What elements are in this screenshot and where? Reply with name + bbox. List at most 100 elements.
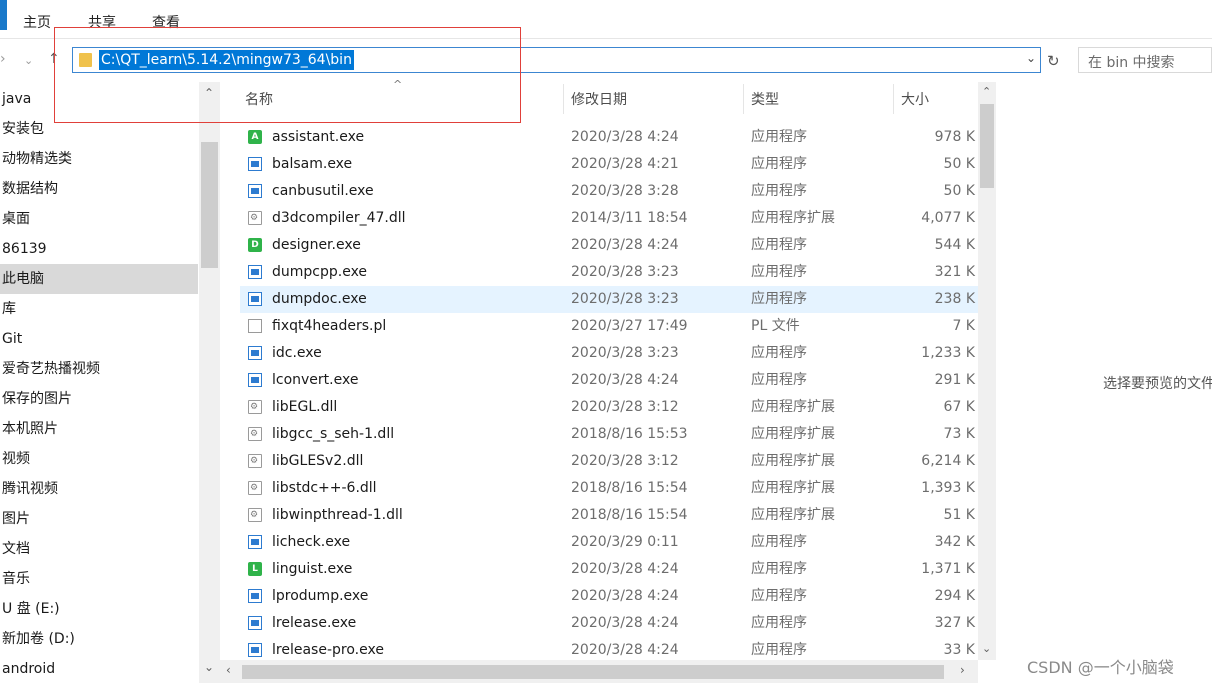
sidebar-scrollbar[interactable]: ⌃ ⌄	[199, 82, 220, 683]
file-row[interactable]: lconvert.exe 2020/3/28 4:24 应用程序 291 K	[240, 367, 978, 394]
scroll-down-icon[interactable]: ⌄	[982, 642, 991, 655]
address-bar[interactable]: C:\QT_learn\5.14.2\mingw73_64\bin ⌄	[72, 47, 1041, 73]
exe-file-icon	[248, 643, 262, 657]
file-row[interactable]: libGLESv2.dll 2020/3/28 3:12 应用程序扩展 6,214 K	[240, 448, 978, 475]
file-row[interactable]: fixqt4headers.pl 2020/3/27 17:49 PL 文件 7 K	[240, 313, 978, 340]
scroll-right-icon[interactable]: ›	[960, 663, 965, 677]
file-type: 应用程序扩展	[751, 210, 835, 226]
chevron-down-icon[interactable]: ⌄	[1026, 51, 1036, 65]
sidebar-item[interactable]: 文档	[0, 534, 198, 564]
column-header-name[interactable]: 名称	[245, 88, 273, 112]
exe-file-icon: L	[248, 562, 262, 576]
sidebar-item[interactable]: 音乐	[0, 564, 198, 594]
ribbon-bar: 主页 共享 查看	[0, 0, 1212, 39]
file-row[interactable]: d3dcompiler_47.dll 2014/3/11 18:54 应用程序扩展 4…	[240, 205, 978, 232]
file-row[interactable]: Llinguist.exe 2020/3/28 4:24 应用程序 1,371 K	[240, 556, 978, 583]
sidebar-item[interactable]: java	[0, 84, 198, 114]
tab-view[interactable]: 查看	[152, 12, 180, 32]
watermark: CSDN @一个小脑袋	[1027, 658, 1174, 677]
file-type: 应用程序	[751, 534, 807, 550]
scroll-left-icon[interactable]: ‹	[226, 663, 231, 677]
file-icon	[248, 319, 262, 333]
sidebar-item[interactable]: 安装包	[0, 114, 198, 144]
file-row[interactable]: dumpcpp.exe 2020/3/28 3:23 应用程序 321 K	[240, 259, 978, 286]
file-row[interactable]: idc.exe 2020/3/28 3:23 应用程序 1,233 K	[240, 340, 978, 367]
horizontal-scroll-thumb[interactable]	[242, 665, 944, 679]
sidebar-item[interactable]: 86139	[0, 234, 198, 264]
sidebar-item[interactable]: android	[0, 654, 198, 683]
search-input[interactable]: 在 bin 中搜索	[1078, 47, 1212, 73]
address-path[interactable]: C:\QT_learn\5.14.2\mingw73_64\bin	[99, 50, 354, 70]
column-header-date[interactable]: 修改日期	[571, 88, 627, 112]
file-row[interactable]: licheck.exe 2020/3/29 0:11 应用程序 342 K	[240, 529, 978, 556]
sidebar-item[interactable]: 视频	[0, 444, 198, 474]
file-date: 2020/3/28 4:24	[571, 642, 679, 658]
file-type: 应用程序扩展	[751, 480, 835, 496]
tab-home[interactable]: 主页	[23, 12, 51, 32]
sidebar-item-label: 本机照片	[2, 421, 58, 437]
column-divider[interactable]	[743, 84, 744, 114]
sidebar-scroll-thumb[interactable]	[201, 142, 218, 268]
file-list-scroll-thumb[interactable]	[980, 104, 994, 188]
sidebar-item[interactable]: Git	[0, 324, 198, 354]
dll-file-icon	[248, 475, 262, 502]
file-name: libGLESv2.dll	[272, 453, 364, 469]
column-header-type[interactable]: 类型	[751, 88, 779, 112]
exe-file-icon	[248, 346, 262, 360]
file-row[interactable]: lrelease.exe 2020/3/28 4:24 应用程序 327 K	[240, 610, 978, 637]
file-type: PL 文件	[751, 318, 800, 334]
file-type: 应用程序	[751, 372, 807, 388]
sidebar-item-label: 文档	[2, 541, 30, 557]
file-row[interactable]: libEGL.dll 2020/3/28 3:12 应用程序扩展 67 K	[240, 394, 978, 421]
horizontal-scrollbar[interactable]: ‹ ›	[220, 660, 978, 683]
sidebar-item-label: 动物精选类	[2, 151, 72, 167]
sidebar-item-label: 保存的图片	[2, 391, 72, 407]
file-date: 2018/8/16 15:53	[571, 426, 688, 442]
sidebar-item[interactable]: 新加卷 (D:)	[0, 624, 198, 654]
up-arrow-icon[interactable]: ↑	[48, 51, 60, 67]
file-name: designer.exe	[272, 237, 361, 253]
recent-dropdown-icon[interactable]: ⌄	[24, 54, 33, 67]
column-divider[interactable]	[563, 84, 564, 114]
scroll-up-icon[interactable]: ⌃	[982, 85, 991, 98]
file-tab-accent[interactable]	[0, 0, 7, 30]
sidebar-item[interactable]: 保存的图片	[0, 384, 198, 414]
file-row[interactable]: lrelease-pro.exe 2020/3/28 4:24 应用程序 33 K	[240, 637, 978, 660]
file-row[interactable]: libwinpthread-1.dll 2018/8/16 15:54 应用程序扩展…	[240, 502, 978, 529]
file-row[interactable]: libstdc++-6.dll 2018/8/16 15:54 应用程序扩展 1,39…	[240, 475, 978, 502]
sidebar-item[interactable]: 本机照片	[0, 414, 198, 444]
dll-file-icon	[248, 205, 262, 232]
file-row[interactable]: libgcc_s_seh-1.dll 2018/8/16 15:53 应用程序扩展 7…	[240, 421, 978, 448]
sidebar-item[interactable]: 库	[0, 294, 198, 324]
sidebar-item-label: Git	[2, 331, 23, 347]
file-date: 2020/3/28 4:24	[571, 561, 679, 577]
refresh-icon[interactable]: ↻	[1047, 52, 1060, 70]
sidebar-item[interactable]: 图片	[0, 504, 198, 534]
column-header-size[interactable]: 大小	[901, 88, 929, 112]
scroll-up-icon[interactable]: ⌃	[204, 86, 214, 100]
sidebar-item[interactable]: 数据结构	[0, 174, 198, 204]
sidebar-item[interactable]: 此电脑	[0, 264, 198, 294]
file-name: licheck.exe	[272, 534, 351, 550]
tab-share[interactable]: 共享	[88, 12, 116, 32]
file-name: dumpdoc.exe	[272, 291, 367, 307]
sort-ascending-icon: ^	[393, 78, 403, 91]
file-list-scrollbar[interactable]: ⌃ ⌄	[978, 82, 996, 660]
file-row[interactable]: dumpdoc.exe 2020/3/28 3:23 应用程序 238 K	[240, 286, 978, 313]
sidebar-item[interactable]: 桌面	[0, 204, 198, 234]
sidebar-item[interactable]: U 盘 (E:)	[0, 594, 198, 624]
sidebar-item-label: 图片	[2, 511, 30, 527]
file-row[interactable]: Aassistant.exe 2020/3/28 4:24 应用程序 978 K	[240, 124, 978, 151]
file-type: 应用程序	[751, 561, 807, 577]
file-size: 1,371 K	[921, 561, 975, 577]
sidebar-item[interactable]: 爱奇艺热播视频	[0, 354, 198, 384]
file-row[interactable]: canbusutil.exe 2020/3/28 3:28 应用程序 50 K	[240, 178, 978, 205]
column-divider[interactable]	[893, 84, 894, 114]
forward-arrow-icon[interactable]: ›	[0, 51, 6, 67]
scroll-down-icon[interactable]: ⌄	[204, 660, 214, 674]
sidebar-item[interactable]: 腾讯视频	[0, 474, 198, 504]
file-row[interactable]: Ddesigner.exe 2020/3/28 4:24 应用程序 544 K	[240, 232, 978, 259]
file-row[interactable]: lprodump.exe 2020/3/28 4:24 应用程序 294 K	[240, 583, 978, 610]
sidebar-item[interactable]: 动物精选类	[0, 144, 198, 174]
file-row[interactable]: balsam.exe 2020/3/28 4:21 应用程序 50 K	[240, 151, 978, 178]
